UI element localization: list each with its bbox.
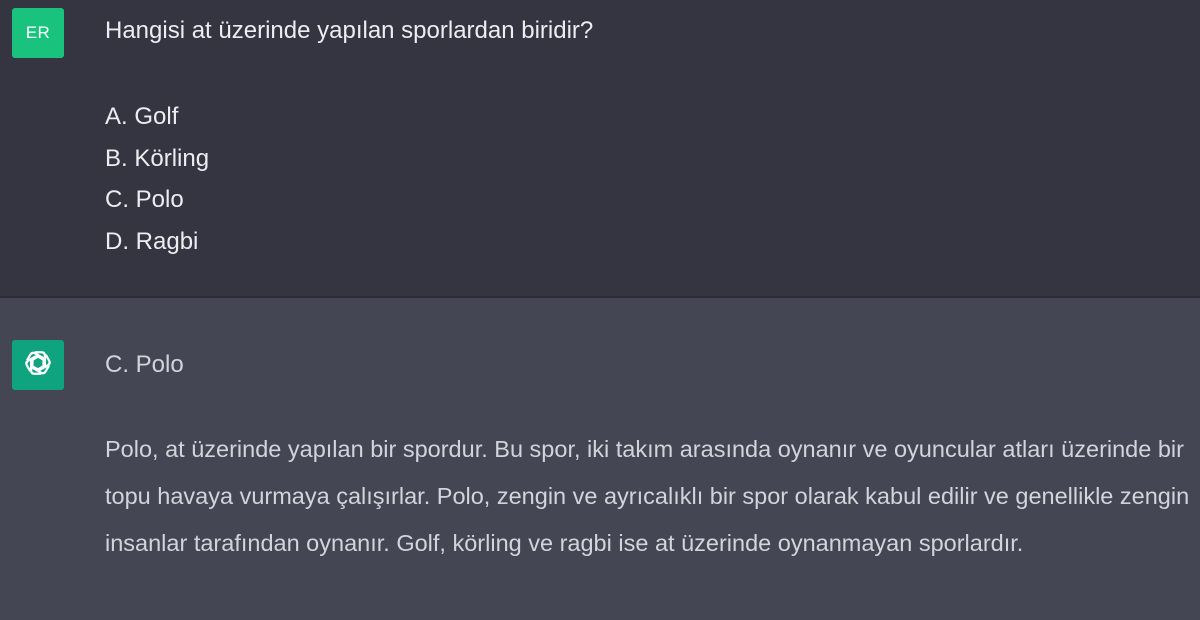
option-c: C. Polo bbox=[105, 186, 184, 213]
option-d: D. Ragbi bbox=[105, 227, 199, 255]
openai-logo-icon bbox=[20, 345, 56, 386]
conversation: ER Hangisi at üzerinde yapılan sporlarda… bbox=[0, 0, 1200, 620]
assistant-answer: C. Polo bbox=[105, 351, 184, 378]
user-message: ER Hangisi at üzerinde yapılan sporlarda… bbox=[0, 0, 1200, 296]
user-message-content: Hangisi at üzerinde yapılan sporlardan b… bbox=[105, 14, 1185, 262]
answer-options-list: A. Golf B. Körling C. Polo D. Ragbi bbox=[105, 96, 1185, 262]
option-a: A. Golf bbox=[105, 103, 179, 130]
option-b: B. Körling bbox=[105, 144, 210, 172]
user-avatar: ER bbox=[12, 8, 64, 58]
assistant-avatar bbox=[12, 340, 64, 390]
assistant-explanation: Polo, at üzerinde yapılan bir spordur. B… bbox=[105, 436, 1190, 556]
assistant-message: C. Polo Polo, at üzerinde yapılan bir sp… bbox=[0, 298, 1200, 620]
user-question: Hangisi at üzerinde yapılan sporlardan b… bbox=[105, 17, 594, 44]
